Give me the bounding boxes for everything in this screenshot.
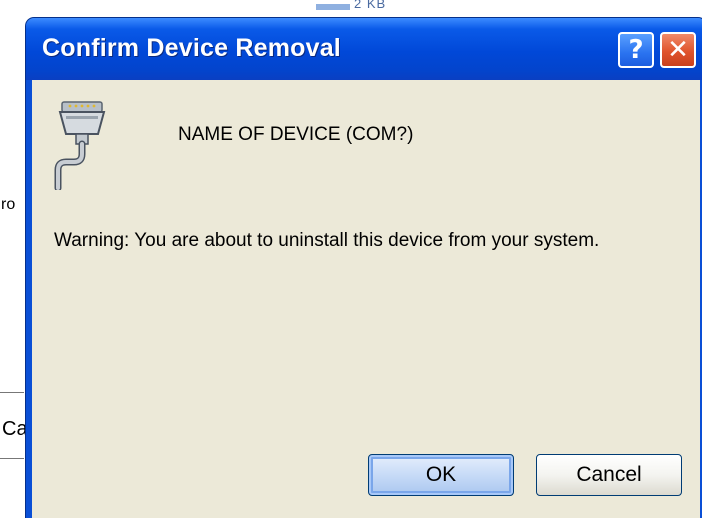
serial-port-icon [54, 101, 106, 190]
help-icon: ? [628, 35, 644, 65]
cancel-button[interactable]: Cancel [536, 454, 682, 496]
background-divider [0, 458, 24, 459]
background-fragment-left: Ca [2, 418, 28, 440]
device-name-label: NAME OF DEVICE (COM?) [178, 124, 414, 145]
background-fragment-bar [316, 4, 350, 10]
warning-message: Warning: You are about to uninstall this… [54, 230, 600, 251]
ok-button[interactable]: OK [368, 454, 514, 496]
close-icon: ✕ [667, 35, 689, 65]
background-divider [0, 392, 24, 393]
background-fragment-left: ro [1, 196, 16, 213]
background-fragment-top: 2 KB [354, 0, 387, 11]
dialog-body: NAME OF DEVICE (COM?) Warning: You are a… [32, 80, 700, 518]
help-button[interactable]: ? [618, 32, 654, 68]
dialog-title: Confirm Device Removal [42, 34, 341, 62]
title-bar[interactable]: Confirm Device Removal ? ✕ [26, 18, 702, 80]
confirm-device-removal-dialog: Confirm Device Removal ? ✕ NAME OF DEVIC… [26, 18, 702, 518]
close-button[interactable]: ✕ [660, 32, 696, 68]
